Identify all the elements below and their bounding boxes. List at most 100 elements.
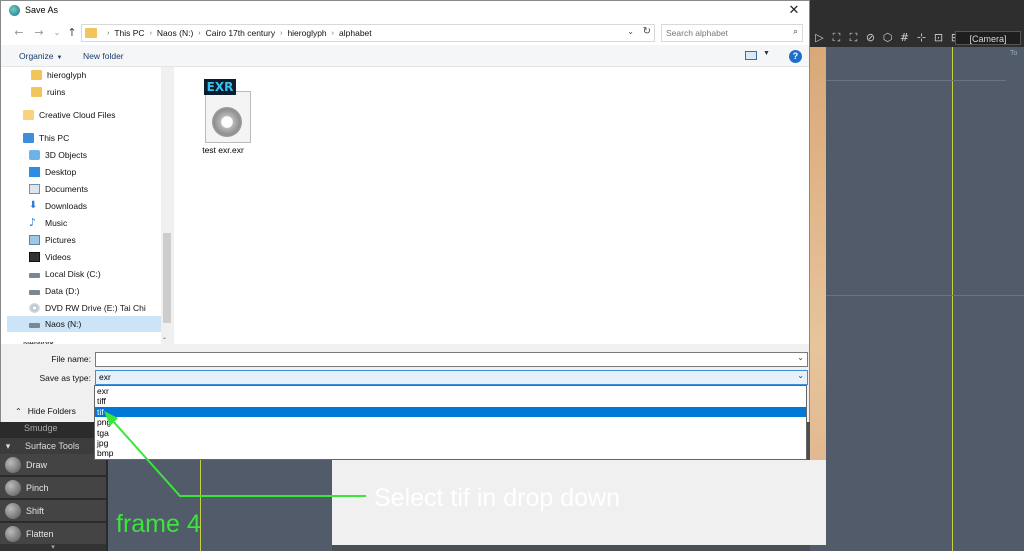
document-icon bbox=[29, 184, 40, 194]
dialog-titlebar[interactable]: Save As ✕ bbox=[1, 1, 809, 21]
recent-locations-button[interactable]: ⌄ bbox=[49, 25, 65, 41]
chevron-down-icon[interactable]: ⌄ bbox=[797, 353, 804, 362]
nav-item-data[interactable]: Data (D:) bbox=[29, 283, 172, 299]
back-button[interactable]: ← bbox=[11, 25, 27, 41]
brush-icon bbox=[5, 503, 21, 519]
disk-icon bbox=[29, 290, 40, 295]
nav-item-ruins[interactable]: ruins bbox=[31, 84, 172, 100]
nav-item-documents[interactable]: Documents bbox=[29, 181, 172, 197]
option-tif[interactable]: tif bbox=[95, 406, 806, 418]
command-bar: Organize ▼ New folder ▼ ? bbox=[1, 45, 809, 67]
save-type-select[interactable]: exr ⌄ bbox=[95, 370, 808, 385]
brush-icon bbox=[5, 480, 21, 496]
tool-flatten[interactable]: Flatten bbox=[0, 523, 106, 545]
breadcrumb-item[interactable]: This PC bbox=[114, 28, 144, 39]
dvd-icon bbox=[29, 303, 40, 313]
option-exr[interactable]: exr bbox=[95, 386, 806, 396]
video-icon bbox=[29, 252, 40, 262]
tool-smudge[interactable]: Smudge bbox=[0, 420, 108, 436]
brush-icon bbox=[5, 457, 21, 473]
nav-item-music[interactable]: ♪ Music bbox=[29, 215, 172, 231]
tools-scroll-down[interactable]: ▾ bbox=[0, 544, 106, 551]
up-button[interactable]: ↑ bbox=[64, 25, 80, 41]
new-folder-button[interactable]: New folder bbox=[83, 51, 124, 61]
organize-button[interactable]: Organize ▼ bbox=[19, 51, 62, 61]
nav-item-local-disk[interactable]: Local Disk (C:) bbox=[29, 266, 172, 282]
navigation-pane[interactable]: hieroglyph ruins Creative Cloud Files Th… bbox=[1, 67, 173, 344]
surface-tools-header[interactable]: ▾ Surface Tools bbox=[0, 438, 108, 454]
tool-pinch[interactable]: Pinch bbox=[0, 477, 106, 499]
file-name-field[interactable]: ⌄ bbox=[95, 352, 808, 367]
nav-item-downloads[interactable]: ⬇ Downloads bbox=[29, 198, 172, 214]
folder-icon bbox=[31, 87, 42, 97]
nav-item-desktop[interactable]: Desktop bbox=[29, 164, 172, 180]
search-box[interactable]: ⌕ bbox=[661, 24, 803, 42]
crosshair-icon[interactable]: ⊹ bbox=[914, 31, 929, 45]
file-name-label: File name: bbox=[51, 354, 91, 364]
chevron-down-icon[interactable]: ▼ bbox=[763, 50, 770, 57]
3d-viewport[interactable] bbox=[810, 47, 1024, 551]
nav-item-this-pc[interactable]: This PC bbox=[23, 130, 172, 146]
tool-label: Pinch bbox=[26, 483, 49, 493]
disk-icon bbox=[29, 323, 40, 328]
breadcrumb-item[interactable]: Cairo 17th century bbox=[206, 28, 275, 39]
cube-icon bbox=[29, 150, 40, 160]
tool-shift[interactable]: Shift bbox=[0, 500, 106, 522]
grid-line bbox=[826, 80, 1006, 81]
nav-item-dvd[interactable]: DVD RW Drive (E:) Tai Chi bbox=[29, 300, 172, 316]
save-type-value: exr bbox=[99, 372, 111, 382]
box-select-icon[interactable]: ⊡ bbox=[931, 31, 946, 45]
file-item[interactable]: EXR test exr.exr bbox=[188, 77, 258, 157]
file-type-badge: EXR bbox=[204, 79, 236, 95]
hide-folders-button[interactable]: ⌃ Hide Folders bbox=[15, 406, 76, 416]
search-input[interactable] bbox=[666, 27, 784, 39]
cube-icon[interactable]: ⬡ bbox=[880, 31, 895, 45]
option-jpg[interactable]: jpg bbox=[95, 438, 806, 448]
nav-item-videos[interactable]: Videos bbox=[29, 249, 172, 265]
option-tiff[interactable]: tiff bbox=[95, 396, 806, 406]
breadcrumb-item[interactable]: hieroglyph bbox=[287, 28, 326, 39]
play-icon[interactable]: ▷ bbox=[812, 31, 827, 45]
view-options-icon[interactable] bbox=[745, 51, 757, 60]
hide-folders-label: Hide Folders bbox=[27, 406, 76, 416]
option-bmp[interactable]: bmp bbox=[95, 448, 806, 458]
no-entry-icon[interactable]: ⊘ bbox=[863, 31, 878, 45]
scroll-down-icon[interactable]: ⌄ bbox=[162, 334, 167, 341]
navpane-scroll-thumb[interactable] bbox=[163, 233, 171, 323]
download-icon: ⬇ bbox=[29, 200, 38, 211]
search-icon[interactable]: ⌕ bbox=[793, 27, 798, 37]
help-icon[interactable]: ? bbox=[789, 50, 802, 63]
nav-item-creative-cloud[interactable]: Creative Cloud Files bbox=[23, 107, 172, 123]
save-type-dropdown[interactable]: exr tiff tif png tga jpg bmp bbox=[94, 385, 807, 460]
frame-label: frame 4 bbox=[116, 510, 201, 538]
folder-icon bbox=[31, 70, 42, 80]
save-as-dialog: Save As ✕ ← → ⌄ ↑ › This PC › Naos (N:) … bbox=[0, 0, 810, 422]
nav-item-naos[interactable]: Naos (N:) bbox=[7, 316, 161, 332]
brush-icon bbox=[5, 526, 21, 542]
tool-draw[interactable]: Draw bbox=[0, 454, 106, 476]
grid-icon[interactable]: # bbox=[897, 31, 912, 45]
camera-label[interactable]: [Camera] bbox=[955, 31, 1021, 45]
option-tga[interactable]: tga bbox=[95, 428, 806, 438]
refresh-icon[interactable]: ↻ bbox=[643, 26, 651, 37]
guide-line-vertical bbox=[952, 47, 953, 551]
file-list[interactable]: EXR test exr.exr bbox=[174, 67, 809, 344]
breadcrumb-item[interactable]: Naos (N:) bbox=[157, 28, 193, 39]
frame-all-icon[interactable]: ⛶ bbox=[846, 31, 861, 45]
file-name-input[interactable] bbox=[98, 354, 778, 365]
close-button[interactable]: ✕ bbox=[779, 1, 809, 21]
nav-item-3d-objects[interactable]: 3D Objects bbox=[29, 147, 172, 163]
chevron-down-icon[interactable]: ⌄ bbox=[797, 371, 804, 380]
file-name-label: test exr.exr bbox=[202, 145, 244, 155]
computer-icon bbox=[23, 133, 34, 143]
nav-item-pictures[interactable]: Pictures bbox=[29, 232, 172, 248]
forward-button[interactable]: → bbox=[31, 25, 47, 41]
breadcrumb-item[interactable]: alphabet bbox=[339, 28, 372, 39]
disk-icon bbox=[29, 273, 40, 278]
nav-item-hieroglyph[interactable]: hieroglyph bbox=[31, 67, 172, 83]
chevron-down-icon[interactable]: ⌄ bbox=[627, 27, 634, 36]
frame-icon[interactable]: ⛶ bbox=[829, 31, 844, 45]
option-png[interactable]: png bbox=[95, 417, 806, 427]
viewport-corner-label: To bbox=[1010, 50, 1018, 57]
address-bar[interactable]: › This PC › Naos (N:) › Cairo 17th centu… bbox=[81, 24, 655, 42]
